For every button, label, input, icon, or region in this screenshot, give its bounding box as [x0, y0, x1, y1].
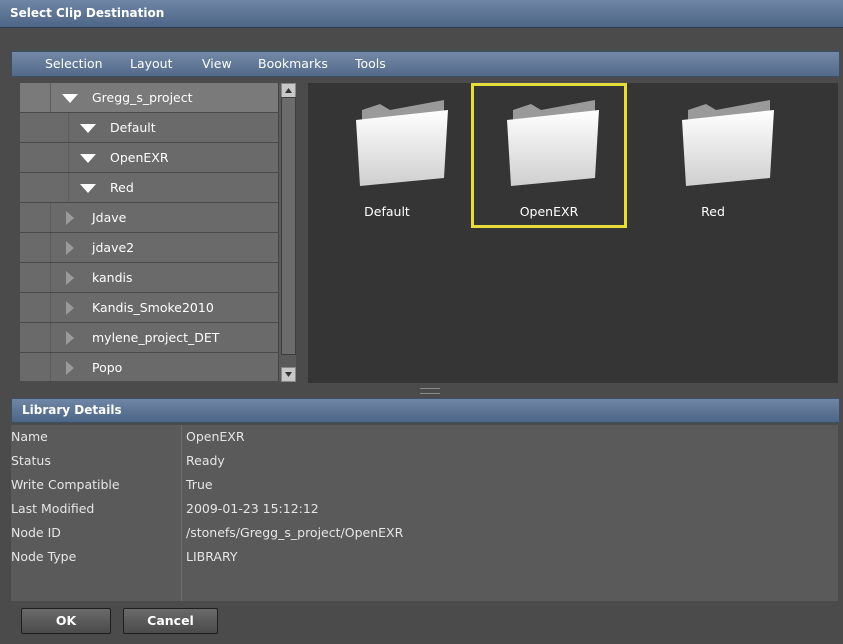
splitter-handle[interactable] [420, 388, 440, 394]
tree-item-label: mylene_project_DET [92, 330, 220, 345]
window-titlebar: Select Clip Destination [0, 0, 843, 28]
detail-row: Name OpenEXR [11, 425, 838, 449]
collapse-arrow-icon[interactable] [66, 271, 74, 285]
detail-row: Last Modified 2009-01-23 15:12:12 [11, 497, 838, 521]
folder-label: Default [364, 204, 410, 219]
expand-arrow-icon[interactable] [80, 184, 96, 193]
window-title: Select Clip Destination [10, 6, 165, 20]
tree-item-label: Gregg_s_project [92, 90, 193, 105]
details-title: Library Details [22, 403, 122, 417]
tree-item-label: Red [110, 180, 134, 195]
tree-scrollbar[interactable] [278, 83, 296, 382]
library-tree: Gregg_s_project Default OpenEXR Red Jdav… [20, 83, 278, 381]
detail-key: Status [11, 453, 51, 468]
expand-arrow-icon[interactable] [62, 94, 78, 103]
collapse-arrow-icon[interactable] [66, 361, 74, 375]
tree-item-label: OpenEXR [110, 150, 169, 165]
detail-row: Write Compatible True [11, 473, 838, 497]
ok-button[interactable]: OK [21, 608, 111, 634]
detail-row: Node ID /stonefs/Gregg_s_project/OpenEXR [11, 521, 838, 545]
detail-key: Node ID [11, 525, 61, 540]
tree-item-label: kandis [92, 270, 133, 285]
cancel-button[interactable]: Cancel [123, 608, 218, 634]
detail-key: Write Compatible [11, 477, 120, 492]
details-header: Library Details [11, 398, 840, 423]
tree-item[interactable]: jdave2 [20, 233, 278, 263]
menu-bookmarks[interactable]: Bookmarks [258, 56, 328, 71]
folder-icon [356, 100, 448, 186]
detail-row: Node Type LIBRARY [11, 545, 838, 569]
collapse-arrow-icon[interactable] [66, 241, 74, 255]
folder-item[interactable]: Red [648, 93, 778, 223]
scroll-up-arrow-icon[interactable] [281, 83, 296, 98]
detail-value: /stonefs/Gregg_s_project/OpenEXR [186, 525, 404, 540]
scroll-down-arrow-icon[interactable] [281, 367, 296, 382]
menu-view[interactable]: View [202, 56, 232, 71]
detail-value: 2009-01-23 15:12:12 [186, 501, 319, 516]
folder-label: OpenEXR [519, 204, 579, 219]
tree-item-label: Popo [92, 360, 123, 375]
folder-icon [507, 100, 599, 186]
expand-arrow-icon[interactable] [80, 154, 96, 163]
tree-item-label: jdave2 [92, 240, 135, 255]
tree-item[interactable]: Kandis_Smoke2010 [20, 293, 278, 323]
collapse-arrow-icon[interactable] [66, 211, 74, 225]
tree-item-label: Kandis_Smoke2010 [92, 300, 214, 315]
tree-item[interactable]: Popo [20, 353, 278, 381]
menu-selection[interactable]: Selection [45, 56, 103, 71]
detail-key: Node Type [11, 549, 77, 564]
tree-item[interactable]: Jdave [20, 203, 278, 233]
detail-row: Status Ready [11, 449, 838, 473]
tree-item[interactable]: OpenEXR [20, 143, 278, 173]
detail-key: Name [11, 429, 48, 444]
folder-browser: Default OpenEXR Red [308, 83, 838, 383]
menu-tools[interactable]: Tools [355, 56, 386, 71]
folder-item[interactable]: Default [322, 93, 452, 223]
folder-icon [682, 100, 774, 186]
tree-item-label: Default [110, 120, 156, 135]
tree-item[interactable]: Red [20, 173, 278, 203]
folder-label: Red [701, 204, 725, 219]
detail-value: OpenEXR [186, 429, 245, 444]
tree-item[interactable]: Gregg_s_project [20, 83, 278, 113]
expand-arrow-icon[interactable] [80, 124, 96, 133]
tree-item-label: Jdave [92, 210, 127, 225]
detail-value: LIBRARY [186, 549, 238, 564]
menu-bar: Selection Layout View Bookmarks Tools [11, 51, 840, 77]
tree-item[interactable]: Default [20, 113, 278, 143]
library-details-panel: Name OpenEXR Status Ready Write Compatib… [11, 425, 838, 601]
menu-layout[interactable]: Layout [130, 56, 173, 71]
collapse-arrow-icon[interactable] [66, 331, 74, 345]
scrollbar-thumb[interactable] [281, 97, 296, 355]
collapse-arrow-icon[interactable] [66, 301, 74, 315]
detail-value: True [186, 477, 213, 492]
tree-item[interactable]: mylene_project_DET [20, 323, 278, 353]
detail-key: Last Modified [11, 501, 95, 516]
tree-item[interactable]: kandis [20, 263, 278, 293]
folder-item-selected[interactable]: OpenEXR [471, 83, 627, 228]
detail-value: Ready [186, 453, 225, 468]
